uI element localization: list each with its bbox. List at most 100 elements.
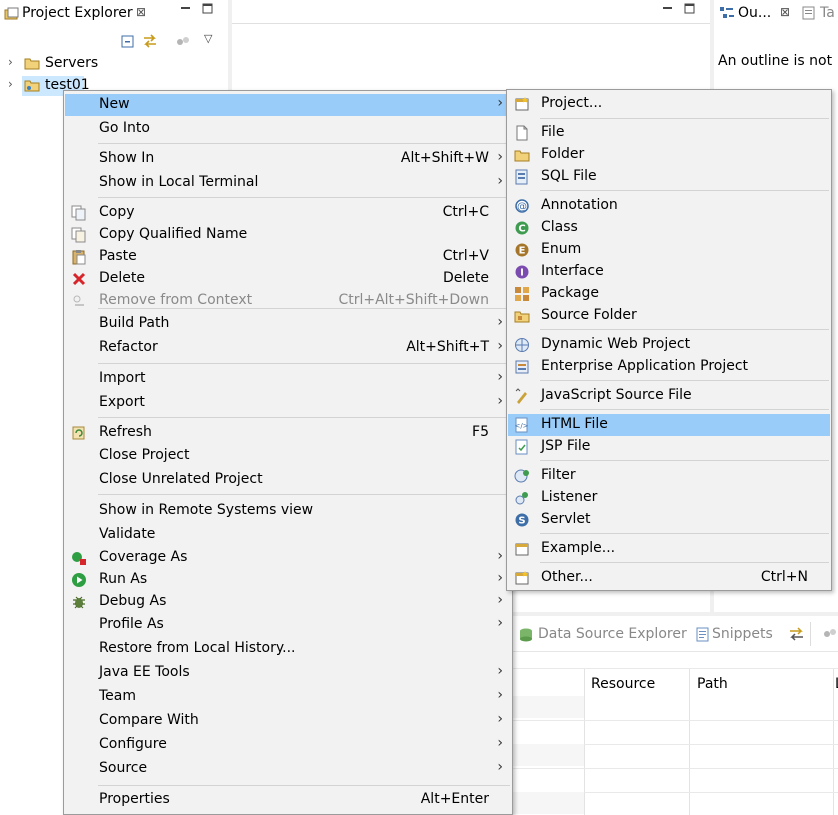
project-explorer-tab[interactable]: Project Explorer ⊠ (0, 0, 228, 28)
menu-item-label: Source (99, 760, 148, 776)
ear-project-icon (514, 359, 530, 375)
example-icon (514, 541, 530, 557)
submenu-item-file[interactable]: File (508, 122, 830, 144)
menu-item-remove-from-context[interactable]: Remove from Context Ctrl+Alt+Shift+Down (65, 290, 511, 312)
tab-snippets[interactable]: Snippets (694, 624, 784, 646)
menu-item-label: Validate (99, 526, 156, 542)
menu-item-refactor[interactable]: Refactor Alt+Shift+T › (65, 337, 511, 359)
submenu-item-html-file[interactable]: </> HTML File (508, 414, 830, 436)
menu-item-properties[interactable]: Properties Alt+Enter (65, 789, 511, 811)
menu-separator (98, 494, 510, 495)
menu-item-import[interactable]: Import › (65, 368, 511, 390)
menu-item-build-path[interactable]: Build Path › (65, 313, 511, 335)
menu-item-show-in-remote-systems-view[interactable]: Show in Remote Systems view (65, 500, 511, 522)
submenu-item-other[interactable]: Other... Ctrl+N (508, 567, 830, 589)
expand-arrow-icon[interactable]: › (8, 55, 13, 69)
menu-item-delete[interactable]: Delete Delete (65, 268, 511, 290)
menu-item-profile-as[interactable]: Profile As › (65, 614, 511, 636)
submenu-item-enum[interactable]: E Enum (508, 239, 830, 261)
menu-item-label: Dynamic Web Project (541, 336, 691, 352)
submenu-arrow-icon: › (497, 393, 503, 409)
submenu-arrow-icon: › (497, 759, 503, 775)
task-list-tab[interactable]: Ta (800, 0, 838, 28)
submenu-arrow-icon: › (497, 592, 503, 608)
other-icon (514, 570, 530, 586)
menu-item-label: Annotation (541, 197, 618, 213)
menu-item-export[interactable]: Export › (65, 392, 511, 414)
submenu-item-dynamic-web-project[interactable]: Dynamic Web Project (508, 334, 830, 356)
submenu-arrow-icon: › (497, 314, 503, 330)
outline-tab[interactable]: Ou... ⊠ (714, 0, 796, 28)
tab-data-source-explorer[interactable]: Data Source Explorer (516, 624, 688, 646)
listener-icon (514, 490, 530, 506)
submenu-item-class[interactable]: C Class (508, 217, 830, 239)
menu-item-source[interactable]: Source › (65, 758, 511, 780)
expand-arrow-icon[interactable]: › (8, 77, 13, 91)
menu-item-configure[interactable]: Configure › (65, 734, 511, 756)
maximize-icon[interactable] (202, 3, 214, 15)
menu-separator (98, 143, 510, 144)
submenu-item-package[interactable]: Package (508, 283, 830, 305)
link-editor-icon[interactable] (142, 33, 158, 49)
menu-item-label: Enterprise Application Project (541, 358, 749, 374)
menu-item-refresh[interactable]: Refresh F5 (65, 422, 511, 444)
menu-item-label: Profile As (99, 616, 164, 632)
menu-item-java-ee-tools[interactable]: Java EE Tools › (65, 662, 511, 684)
menu-item-label: Filter (541, 467, 576, 483)
menu-item-copy[interactable]: Copy Ctrl+C (65, 202, 511, 224)
menu-item-paste[interactable]: Paste Ctrl+V (65, 246, 511, 268)
menu-item-label: JSP File (541, 438, 591, 454)
menu-item-label: Package (541, 285, 600, 301)
swap-icon[interactable] (788, 626, 806, 646)
menu-item-label: Class (541, 219, 578, 235)
filter-icon[interactable] (175, 34, 191, 50)
submenu-item-listener[interactable]: Listener (508, 487, 830, 509)
filter-icon[interactable] (822, 626, 838, 646)
menu-item-close-unrelated-project[interactable]: Close Unrelated Project (65, 469, 511, 491)
menu-separator (540, 329, 829, 330)
minimize-icon[interactable] (662, 3, 674, 19)
submenu-item-jsp-file[interactable]: JSP File (508, 436, 830, 458)
menu-item-team[interactable]: Team › (65, 686, 511, 708)
submenu-item-project[interactable]: Project... (508, 93, 830, 115)
source-folder-icon (514, 308, 530, 324)
menu-item-show-in-local-terminal[interactable]: Show in Local Terminal › (65, 172, 511, 194)
tree-item-servers[interactable]: › Servers (0, 54, 228, 74)
maximize-icon[interactable] (684, 3, 696, 19)
menu-item-coverage-as[interactable]: Coverage As › (65, 547, 511, 569)
menu-item-debug-as[interactable]: Debug As › (65, 591, 511, 613)
menu-item-copy-qualified-name[interactable]: Copy Qualified Name (65, 224, 511, 246)
submenu-item-source-folder[interactable]: Source Folder (508, 305, 830, 327)
column-header-path[interactable]: Path (689, 670, 833, 696)
menu-item-run-as[interactable]: Run As › (65, 569, 511, 591)
menu-item-show-in[interactable]: Show In Alt+Shift+W › (65, 148, 511, 170)
menu-item-label: Refactor (99, 339, 158, 355)
submenu-item-interface[interactable]: I Interface (508, 261, 830, 283)
submenu-item-sql-file[interactable]: SQL File (508, 166, 830, 188)
submenu-item-folder[interactable]: Folder (508, 144, 830, 166)
menu-item-restore-from-local-history[interactable]: Restore from Local History... (65, 638, 511, 660)
submenu-item-servlet[interactable]: S Servlet (508, 509, 830, 531)
menu-item-label: Folder (541, 146, 585, 162)
close-icon[interactable]: ⊠ (136, 5, 146, 19)
submenu-item-annotation[interactable]: @ Annotation (508, 195, 830, 217)
submenu-item-enterprise-application-project[interactable]: Enterprise Application Project (508, 356, 830, 378)
submenu-item-example[interactable]: Example... (508, 538, 830, 560)
submenu-item-filter[interactable]: Filter (508, 465, 830, 487)
column-header-resource[interactable]: Resource (584, 670, 688, 696)
view-menu-icon[interactable]: ▽ (204, 32, 212, 45)
menu-item-close-project[interactable]: Close Project (65, 445, 511, 467)
tab-label: Data Source Explorer (538, 626, 687, 642)
collapse-all-icon[interactable] (120, 34, 136, 50)
minimize-icon[interactable] (180, 3, 192, 15)
close-icon[interactable]: ⊠ (780, 5, 790, 19)
menu-item-label: File (541, 124, 565, 140)
menu-item-validate[interactable]: Validate (65, 524, 511, 546)
filter-icon (514, 468, 530, 484)
submenu-item-javascript-source-file[interactable]: JavaScript Source File (508, 385, 830, 407)
menu-item-go-into[interactable]: Go Into (65, 118, 511, 140)
menu-item-compare-with[interactable]: Compare With › (65, 710, 511, 732)
menu-item-accelerator: F5 (472, 424, 489, 440)
menu-item-new[interactable]: New › (65, 94, 511, 116)
submenu-arrow-icon: › (497, 95, 503, 111)
